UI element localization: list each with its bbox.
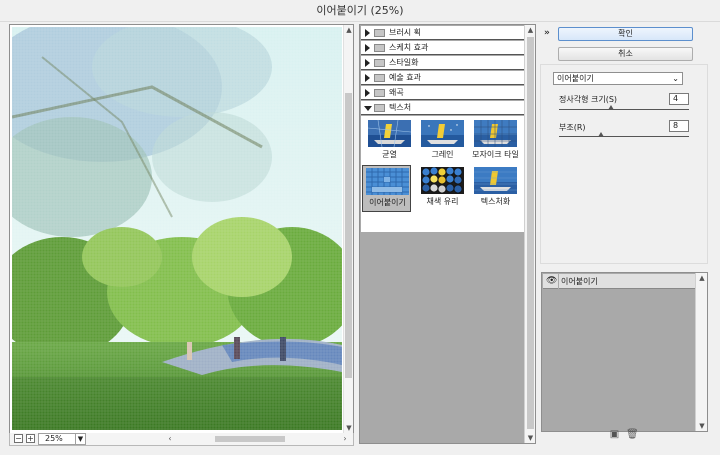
folder-icon <box>374 89 385 97</box>
texture-thumbnails: 균열 그레인 모자이크 타일 이어붙이기 채색 유리 텍스처화 <box>361 116 524 232</box>
category-label: 예술 효과 <box>389 73 421 82</box>
preview-vertical-scrollbar[interactable]: ▲ ▼ <box>343 25 353 433</box>
category-sketch[interactable]: 스케치 효과 <box>361 41 524 55</box>
relief-slider-thumb[interactable] <box>597 132 604 137</box>
folder-icon <box>374 59 385 67</box>
preview-zoom-bar: − + 25% ▼ ‹ › <box>9 433 354 446</box>
mosaic-tiles-thumbnail <box>474 120 517 147</box>
ok-button[interactable]: 확인 <box>558 27 693 41</box>
filter-label: 텍스처화 <box>480 197 511 206</box>
gallery-scrollbar[interactable]: ▲ ▼ <box>524 25 535 443</box>
category-brush-strokes[interactable]: 브러시 획 <box>361 26 524 40</box>
filter-select[interactable]: 이어붙이기 ⌄ <box>553 72 683 85</box>
preview-horizontal-scrollbar[interactable]: ‹ › <box>165 434 350 444</box>
effect-layers-panel: 👁 이어붙이기 ▲ ▼ <box>541 272 708 432</box>
filter-label: 그레인 <box>431 150 454 159</box>
category-label: 스타일화 <box>389 58 419 67</box>
scroll-right-icon[interactable]: › <box>340 434 350 444</box>
triangle-right-icon <box>365 74 370 82</box>
triangle-right-icon <box>365 29 370 37</box>
scroll-down-icon[interactable]: ▼ <box>696 421 708 431</box>
filter-thumb-texturizer[interactable]: 텍스처화 <box>471 165 520 212</box>
square-size-slider[interactable] <box>559 109 689 110</box>
chevron-down-icon: ▼ <box>75 434 85 444</box>
filter-label: 모자이크 타일 <box>472 150 519 159</box>
craquelure-thumbnail <box>368 120 411 147</box>
scroll-down-icon[interactable]: ▼ <box>525 433 536 443</box>
square-size-label: 정사각형 크기(S) <box>559 95 618 104</box>
scroll-down-icon[interactable]: ▼ <box>344 423 354 433</box>
chevron-down-icon: ⌄ <box>672 74 679 83</box>
zoom-value: 25% <box>45 434 63 443</box>
scroll-up-icon[interactable]: ▲ <box>344 25 354 35</box>
triangle-right-icon <box>365 59 370 67</box>
layer-divider <box>558 274 559 289</box>
scroll-left-icon[interactable]: ‹ <box>165 434 175 444</box>
stained-glass-thumbnail <box>421 167 464 194</box>
category-label: 텍스처 <box>389 103 412 112</box>
filter-thumb-patchwork[interactable]: 이어붙이기 <box>362 165 411 212</box>
filter-settings-panel: 이어붙이기 ⌄ 정사각형 크기(S) 4 부조(R) 8 <box>540 64 708 264</box>
collapse-gallery-icon[interactable]: » <box>544 28 550 38</box>
delete-trash-icon[interactable]: 🗑 <box>626 429 639 440</box>
eye-icon[interactable]: 👁 <box>546 276 557 286</box>
filter-label: 채색 유리 <box>426 197 459 206</box>
square-size-input[interactable]: 4 <box>669 93 689 105</box>
scroll-up-icon[interactable]: ▲ <box>696 273 708 283</box>
folder-icon <box>374 74 385 82</box>
effect-layer-row[interactable]: 👁 이어붙이기 <box>543 274 695 289</box>
preview-vscroll-thumb[interactable] <box>345 93 352 378</box>
square-size-slider-thumb[interactable] <box>608 105 614 110</box>
window-title: 이어붙이기 (25%) <box>0 0 720 22</box>
triangle-down-icon <box>364 106 372 111</box>
texturizer-thumbnail <box>474 167 517 194</box>
category-label: 브러시 획 <box>389 28 421 37</box>
folder-icon <box>374 44 385 52</box>
zoom-out-button[interactable]: − <box>14 434 23 443</box>
triangle-right-icon <box>365 89 370 97</box>
filter-select-value: 이어붙이기 <box>557 74 594 83</box>
new-effect-layer-icon[interactable]: ▣ <box>609 429 620 440</box>
relief-slider[interactable] <box>559 136 689 137</box>
layers-scrollbar[interactable]: ▲ ▼ <box>695 273 707 431</box>
preview-panel: ▲ ▼ <box>9 24 354 434</box>
effect-layer-name: 이어붙이기 <box>561 277 598 286</box>
cancel-button[interactable]: 취소 <box>558 47 693 61</box>
preview-photo <box>12 27 342 430</box>
relief-label: 부조(R) <box>559 123 586 132</box>
zoom-in-button[interactable]: + <box>26 434 35 443</box>
scroll-up-icon[interactable]: ▲ <box>525 25 536 35</box>
filter-thumb-stained-glass[interactable]: 채색 유리 <box>418 165 467 212</box>
filter-thumb-mosaic-tiles[interactable]: 모자이크 타일 <box>471 118 520 165</box>
category-label: 스케치 효과 <box>389 43 429 52</box>
filter-label: 균열 <box>382 150 397 159</box>
category-label: 왜곡 <box>389 88 404 97</box>
folder-icon <box>374 29 385 37</box>
category-distort[interactable]: 왜곡 <box>361 86 524 100</box>
preview-hscroll-thumb[interactable] <box>215 436 285 442</box>
filter-gallery: 브러시 획 스케치 효과 스타일화 예술 효과 왜곡 텍스처 균열 그레인 모자… <box>359 24 536 444</box>
relief-input[interactable]: 8 <box>669 120 689 132</box>
filter-label: 이어붙이기 <box>369 198 406 207</box>
category-stylize[interactable]: 스타일화 <box>361 56 524 70</box>
gallery-scroll-thumb[interactable] <box>527 37 534 429</box>
preview-image[interactable] <box>12 27 342 430</box>
filter-thumb-grain[interactable]: 그레인 <box>418 118 467 165</box>
category-texture[interactable]: 텍스처 <box>361 101 524 115</box>
folder-open-icon <box>374 104 385 112</box>
category-artistic[interactable]: 예술 효과 <box>361 71 524 85</box>
filter-thumb-craquelure[interactable]: 균열 <box>365 118 414 165</box>
zoom-select[interactable]: 25% ▼ <box>38 433 86 445</box>
triangle-right-icon <box>365 44 370 52</box>
grain-thumbnail <box>421 120 464 147</box>
patchwork-thumbnail <box>366 168 409 195</box>
